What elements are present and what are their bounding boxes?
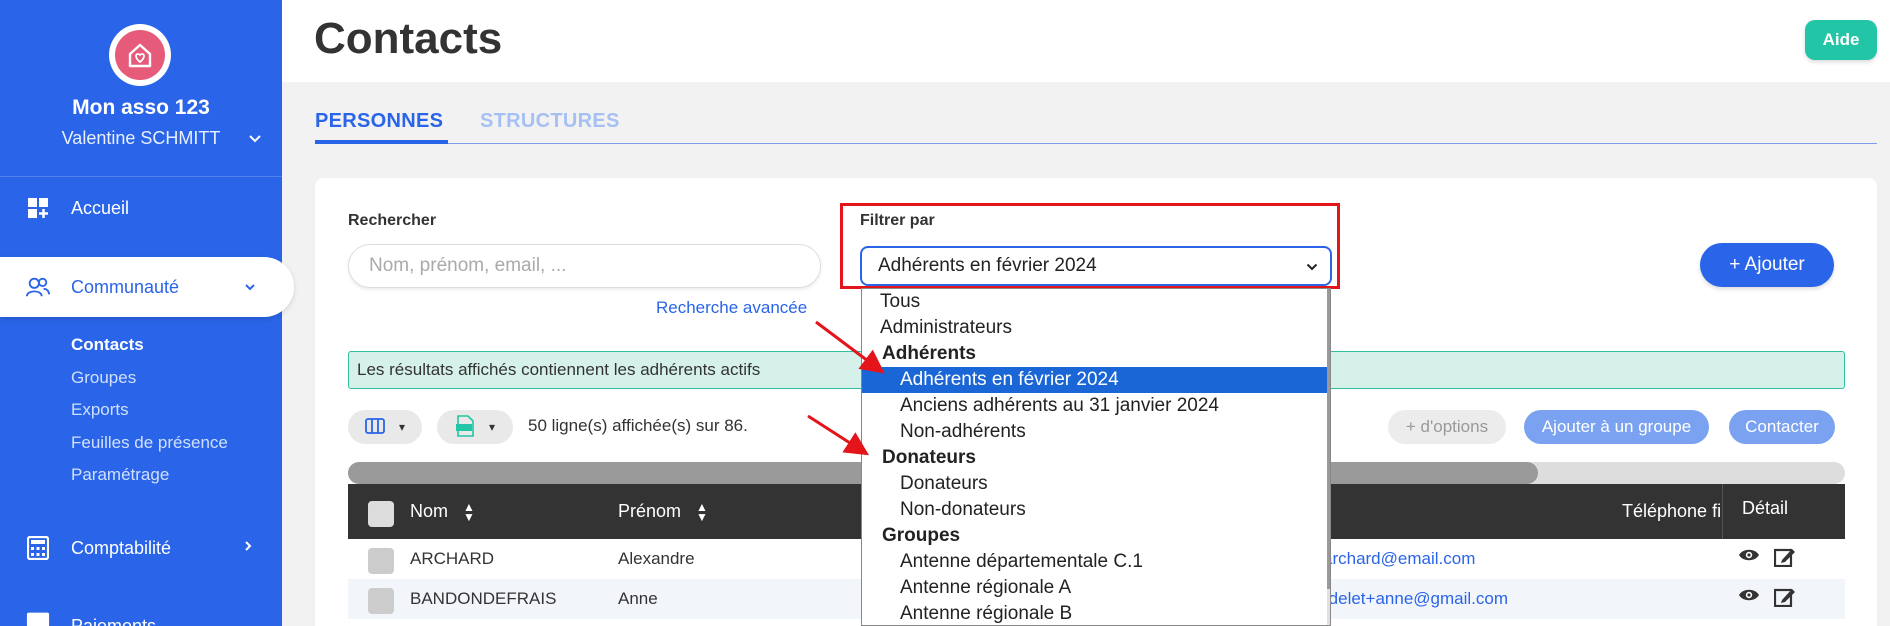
active-tab-indicator [315, 140, 448, 144]
scrollbar-thumb[interactable] [1327, 289, 1330, 589]
eye-icon[interactable] [1738, 587, 1760, 612]
column-header-nom[interactable]: Nom ▲ ▼ [410, 500, 475, 525]
select-all-checkbox[interactable] [368, 501, 394, 527]
dropdown-option[interactable]: Non-adhérents [862, 419, 1328, 445]
dropdown-option[interactable]: Non-donateurs [862, 497, 1328, 523]
xls-file-icon [455, 414, 475, 440]
help-button[interactable]: Aide [1805, 20, 1877, 60]
sidebar-item-label: Paiements [71, 616, 157, 626]
sort-icon: ▲ ▼ [696, 500, 708, 525]
chevron-down-icon[interactable] [248, 128, 262, 149]
filter-label: Filtrer par [860, 212, 935, 229]
cell-nom: BANDONDEFRAIS [410, 589, 557, 608]
chevron-down-icon [244, 278, 256, 296]
filter-selected-value: Adhérents en février 2024 [878, 255, 1097, 276]
row-checkbox[interactable] [368, 588, 394, 614]
more-options-button[interactable]: + d'options [1388, 410, 1506, 444]
caret-down-icon: ▾ [488, 420, 496, 434]
sidebar-item-label: Communauté [71, 276, 180, 297]
users-icon [26, 275, 50, 299]
dropdown-option[interactable]: Antenne départementale C.1 [862, 549, 1328, 575]
sidebar-subitem-exports[interactable]: Exports [71, 400, 129, 420]
tabs-divider [315, 143, 1877, 144]
user-name[interactable]: Valentine SCHMITT [0, 128, 282, 149]
dropdown-option[interactable]: Antenne régionale B [862, 601, 1328, 625]
cell-email[interactable]: rdelet+anne@gmail.com [1323, 589, 1508, 609]
search-input[interactable] [348, 244, 821, 288]
add-to-group-button[interactable]: Ajouter à un groupe [1524, 410, 1709, 444]
dropdown-option[interactable]: Administrateurs [862, 315, 1328, 341]
chevron-right-icon [244, 539, 252, 557]
dropdown-option[interactable]: Antenne régionale A [862, 575, 1328, 601]
calculator-icon [26, 536, 50, 560]
org-name: Mon asso 123 [72, 96, 210, 119]
sidebar-item-comptabilite[interactable]: Comptabilité [0, 518, 282, 578]
sidebar-subitem-contacts[interactable]: Contacts [71, 335, 144, 355]
sidebar-subitem-feuilles-presence[interactable]: Feuilles de présence [71, 433, 228, 453]
cell-email[interactable]: archard@email.com [1323, 549, 1475, 569]
column-header-telephone[interactable]: Téléphone fi [1622, 501, 1721, 522]
sidebar: Mon asso 123 Valentine SCHMITT Accueil C… [0, 0, 294, 626]
rows-count-info: 50 ligne(s) affichée(s) sur 86. [528, 416, 748, 435]
tab-personnes[interactable]: PERSONNES [315, 110, 443, 133]
dashboard-icon [26, 196, 50, 220]
caret-down-icon: ▾ [398, 420, 406, 434]
dropdown-option[interactable]: Donateurs [862, 471, 1328, 497]
cell-nom: ARCHARD [410, 549, 495, 568]
columns-icon [365, 417, 385, 437]
card-icon [26, 608, 50, 626]
column-divider [1722, 484, 1723, 539]
add-contact-button[interactable]: + Ajouter [1700, 243, 1834, 287]
filter-select[interactable]: Adhérents en février 2024 [860, 246, 1332, 286]
dropdown-option[interactable]: Tous [862, 289, 1328, 315]
heart-house-icon [115, 30, 165, 80]
sidebar-subitem-parametrage[interactable]: Paramétrage [71, 465, 169, 485]
column-header-prenom[interactable]: Prénom ▲ ▼ [618, 500, 708, 525]
edit-icon[interactable] [1773, 587, 1796, 612]
page-title: Contacts [314, 14, 503, 63]
column-header-detail: Détail [1742, 498, 1789, 518]
sidebar-item-label: Accueil [71, 197, 130, 218]
sidebar-item-paiements[interactable]: Paiements [0, 596, 282, 626]
cell-prenom: Alexandre [618, 549, 695, 568]
dropdown-group-label: Donateurs [882, 447, 976, 468]
columns-menu-button[interactable]: ▾ [348, 410, 422, 444]
sidebar-subitem-groupes[interactable]: Groupes [71, 368, 136, 388]
advanced-search-link[interactable]: Recherche avancée [656, 298, 807, 318]
dropdown-group-label: Groupes [882, 525, 961, 546]
sidebar-item-label: Comptabilité [71, 537, 172, 558]
contact-button[interactable]: Contacter [1729, 410, 1835, 444]
dropdown-group-label: Adhérents [882, 343, 976, 364]
column-label: Nom [410, 501, 449, 521]
row-checkbox[interactable] [368, 548, 394, 574]
dropdown-scrollbar[interactable] [1327, 289, 1330, 625]
filter-dropdown-list[interactable]: Tous Administrateurs Adhérents Adhérents… [861, 288, 1331, 626]
sort-icon: ▲ ▼ [463, 500, 475, 525]
search-label: Rechercher [348, 212, 437, 229]
edit-icon[interactable] [1773, 547, 1796, 572]
sidebar-item-accueil[interactable]: Accueil [0, 178, 282, 238]
column-label: Prénom [618, 501, 682, 521]
export-xls-button[interactable]: ▾ [437, 410, 513, 444]
page-header: Contacts [282, 0, 1890, 82]
sidebar-divider [0, 176, 282, 177]
dropdown-option-selected[interactable]: Adhérents en février 2024 [862, 367, 1328, 393]
org-logo[interactable] [109, 24, 171, 86]
cell-prenom: Anne [618, 589, 658, 608]
chevron-down-icon [1306, 258, 1318, 274]
eye-icon[interactable] [1738, 547, 1760, 572]
sidebar-item-communaute[interactable]: Communauté [0, 257, 294, 317]
tab-structures[interactable]: STRUCTURES [480, 110, 620, 133]
dropdown-option[interactable]: Anciens adhérents au 31 janvier 2024 [862, 393, 1328, 419]
